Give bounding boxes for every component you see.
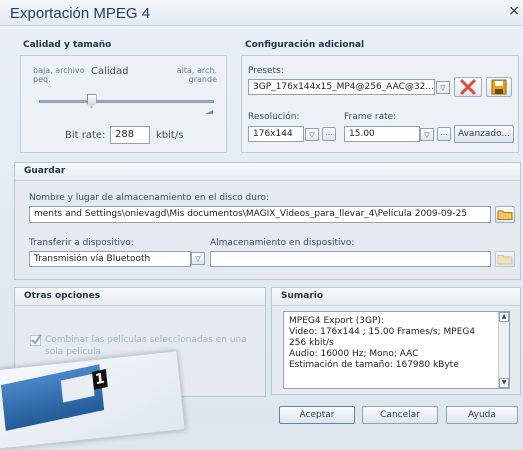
delete-icon xyxy=(460,79,476,95)
browse-path-button[interactable] xyxy=(495,206,515,223)
additional-config-box: Presets: 3GP_176x144x15_MP4@256_AAC@32..… xyxy=(241,55,519,153)
quality-size-header: Calidad y tamaño xyxy=(23,40,112,50)
quality-size-box: baja, archivo peq. Calidad alta, arch. g… xyxy=(20,55,227,153)
combine-checkbox[interactable] xyxy=(30,334,42,346)
combine-label-line2: sola película xyxy=(45,347,101,357)
folder-icon xyxy=(497,210,513,220)
help-button[interactable]: Ayuda xyxy=(446,406,518,424)
framerate-dropdown-icon[interactable]: ▽ xyxy=(420,128,434,141)
presets-label: Presets: xyxy=(248,66,284,76)
device-storage-label: Almacenamiento en dispositivo: xyxy=(210,238,355,248)
advanced-button[interactable]: Avanzado... xyxy=(454,125,514,143)
quality-low-line2: peq. xyxy=(33,75,51,84)
path-input[interactable]: ments and Settings\onievagd\Mis document… xyxy=(29,206,491,223)
presets-dropdown-icon[interactable]: ▽ xyxy=(436,81,450,94)
slider-tick-right xyxy=(205,110,213,114)
summary-panel: Sumario MPEG4 Export (3GP): Video: 176x1… xyxy=(271,287,521,395)
additional-config-header: Configuración adicional xyxy=(245,40,365,50)
quality-size-panel: Calidad y tamaño baja, archivo peq. Cali… xyxy=(14,37,233,157)
framerate-select[interactable]: 15.00 xyxy=(344,126,420,142)
product-box-photo: 1 xyxy=(0,350,186,450)
quality-high-label: alta, arch. grande xyxy=(171,66,217,84)
check-icon xyxy=(31,334,42,345)
summary-scrollbar[interactable]: ▲ ▼ xyxy=(498,312,509,388)
quality-mid-label: Calidad xyxy=(91,66,129,77)
quality-slider-track[interactable] xyxy=(39,100,214,103)
transfer-select[interactable]: Transmisión vía Bluetooth xyxy=(29,251,191,267)
resolution-dropdown-icon[interactable]: ▽ xyxy=(305,128,319,141)
path-label: Nombre y lugar de almacenamiento en el d… xyxy=(29,193,269,203)
summary-header: Sumario xyxy=(272,288,520,306)
combine-label-line1: Combinar las películas seleccionadas en … xyxy=(45,335,247,345)
transfer-label: Transferir a dispositivo: xyxy=(29,238,134,248)
summary-textbox: MPEG4 Export (3GP): Video: 176x144 ; 15.… xyxy=(283,311,510,389)
product-box-art: 1 xyxy=(0,364,108,431)
device-storage-input[interactable] xyxy=(210,251,491,267)
accept-button[interactable]: Aceptar xyxy=(279,406,355,424)
summary-line-4: Audio: 16000 Hz; Mono; AAC xyxy=(289,349,419,359)
summary-line-2: Video: 176x144 ; 15.00 Frames/s; MPEG4 xyxy=(289,327,476,337)
summary-line-3: 256 kbit/s xyxy=(289,338,334,348)
scroll-up-icon[interactable]: ▲ xyxy=(499,312,509,322)
quality-high-line2: grande xyxy=(188,75,217,84)
bitrate-input[interactable]: 288 xyxy=(110,126,150,144)
summary-line-5: Estimación de tamaño: 167980 kByte xyxy=(289,360,459,370)
transfer-dropdown-icon[interactable]: ▽ xyxy=(191,252,205,265)
folder-icon-disabled xyxy=(497,255,513,265)
save-preset-button[interactable] xyxy=(486,77,512,97)
browse-device-button[interactable] xyxy=(495,251,515,267)
additional-config-panel: Configuración adicional Presets: 3GP_176… xyxy=(239,37,521,157)
resolution-select[interactable]: 176x144 xyxy=(248,126,304,142)
presets-select[interactable]: 3GP_176x144x15_MP4@256_AAC@32... xyxy=(248,79,435,95)
save-icon xyxy=(491,79,507,95)
save-header: Guardar xyxy=(15,163,520,181)
mpeg4-export-dialog: Exportación MPEG 4 × Calidad y tamaño ba… xyxy=(0,0,523,450)
quality-high-line1: alta, arch. xyxy=(176,66,217,75)
framerate-more-button[interactable]: ... xyxy=(437,127,451,141)
quality-low-line1: baja, archivo xyxy=(33,66,85,75)
bitrate-label: Bit rate: xyxy=(65,130,106,141)
summary-line-1: MPEG4 Export (3GP): xyxy=(289,316,384,326)
delete-preset-button[interactable] xyxy=(454,77,482,97)
save-panel: Guardar Nombre y lugar de almacenamiento… xyxy=(14,162,521,280)
close-icon[interactable]: × xyxy=(508,3,520,19)
resolution-label: Resolución: xyxy=(248,112,300,122)
quality-low-label: baja, archivo peq. xyxy=(33,66,85,84)
other-options-header: Otras opciones xyxy=(15,288,265,306)
quality-slider-thumb[interactable] xyxy=(86,94,97,108)
product-box-label xyxy=(60,373,95,403)
window-title: Exportación MPEG 4 xyxy=(10,5,151,22)
title-bar: Exportación MPEG 4 × xyxy=(0,0,523,26)
product-box-number: 1 xyxy=(92,368,108,390)
cancel-button[interactable]: Cancelar xyxy=(362,406,438,424)
scroll-down-icon[interactable]: ▼ xyxy=(499,378,509,388)
bitrate-unit: kbit/s xyxy=(156,130,184,141)
framerate-label: Frame rate: xyxy=(344,112,397,122)
resolution-more-button[interactable]: ... xyxy=(322,127,336,141)
